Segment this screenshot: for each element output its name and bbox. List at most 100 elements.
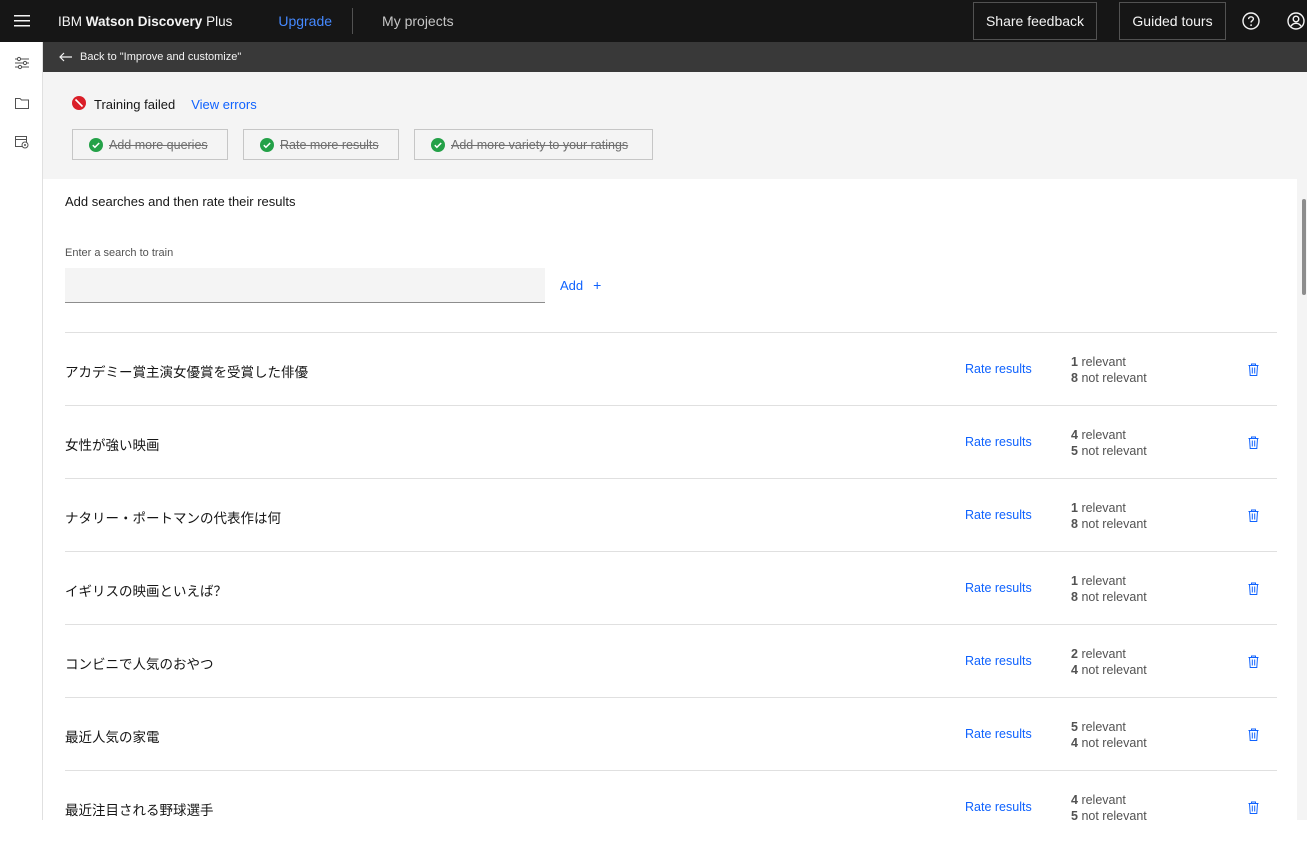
rating-counts: 4 relevant 5 not relevant: [1071, 427, 1147, 459]
rating-counts: 5 relevant 4 not relevant: [1071, 719, 1147, 751]
not-relevant-number: 8: [1071, 590, 1078, 604]
rate-results-link[interactable]: Rate results: [965, 727, 1032, 741]
query-text: 女性が強い映画: [65, 438, 160, 453]
trash-can-icon[interactable]: [1246, 434, 1260, 450]
checkmark-filled-icon: [260, 137, 274, 152]
checkmark-filled-icon: [431, 137, 445, 152]
rate-results-link[interactable]: Rate results: [965, 508, 1032, 522]
rate-results-link[interactable]: Rate results: [965, 362, 1032, 376]
trash-can-icon[interactable]: [1246, 361, 1260, 377]
relevant-number: 1: [1071, 355, 1078, 369]
query-row: アカデミー賞主演女優賞を受賞した俳優 Rate results 1 relevant…: [65, 332, 1277, 405]
plus-icon: +: [593, 277, 602, 293]
settings-adjust-icon[interactable]: [12, 53, 32, 73]
query-row: 最近注目される野球選手 Rate results 4 relevant 5 not r…: [65, 770, 1277, 843]
product-name[interactable]: IBM Watson Discovery Plus: [58, 14, 232, 29]
rate-results-link[interactable]: Rate results: [965, 800, 1032, 814]
relevant-number: 5: [1071, 720, 1078, 734]
trash-can-icon[interactable]: [1246, 580, 1260, 596]
trash-can-icon[interactable]: [1246, 799, 1260, 815]
task-add-more-queries: Add more queries: [72, 129, 228, 160]
brand-watson-discovery: Watson Discovery: [85, 13, 203, 29]
relevant-label: relevant: [1081, 428, 1126, 442]
relevant-number: 1: [1071, 501, 1078, 515]
not-relevant-count: 5 not relevant: [1071, 443, 1147, 459]
view-errors-link[interactable]: View errors: [191, 97, 257, 112]
add-label: Add: [560, 277, 584, 293]
brand-plan: Plus: [202, 13, 233, 29]
rating-counts: 1 relevant 8 not relevant: [1071, 573, 1147, 605]
scrollbar-thumb[interactable]: [1302, 199, 1306, 295]
not-relevant-count: 8 not relevant: [1071, 589, 1147, 605]
rating-counts: 2 relevant 4 not relevant: [1071, 646, 1147, 678]
not-relevant-number: 4: [1071, 736, 1078, 750]
rate-results-link[interactable]: Rate results: [965, 435, 1032, 449]
trash-can-icon[interactable]: [1246, 726, 1260, 742]
not-relevant-label: not relevant: [1081, 517, 1147, 531]
main-content: Add searches and then rate their results…: [43, 179, 1297, 823]
task-label: Rate more results: [280, 137, 379, 152]
top-header: IBM Watson Discovery Plus Upgrade My pro…: [0, 0, 1307, 42]
query-text: 最近注目される野球選手: [65, 803, 214, 818]
folder-icon[interactable]: [12, 93, 32, 113]
rate-results-link[interactable]: Rate results: [965, 654, 1032, 668]
error-icon: [72, 96, 86, 113]
my-projects-link[interactable]: My projects: [382, 13, 454, 29]
not-relevant-label: not relevant: [1081, 736, 1147, 750]
not-relevant-count: 4 not relevant: [1071, 662, 1147, 678]
relevant-count: 1 relevant: [1071, 354, 1147, 370]
not-relevant-count: 8 not relevant: [1071, 370, 1147, 386]
back-link[interactable]: Back to "Improve and customize": [43, 42, 1307, 72]
query-text: コンビニで人気のおやつ: [65, 657, 214, 672]
not-relevant-label: not relevant: [1081, 371, 1147, 385]
not-relevant-label: not relevant: [1081, 590, 1147, 604]
trash-can-icon[interactable]: [1246, 507, 1260, 523]
query-row: コンビニで人気のおやつ Rate results 2 relevant 4 not r…: [65, 624, 1277, 697]
training-status-label: Training failed: [94, 97, 176, 112]
task-add-variety: Add more variety to your ratings: [414, 129, 653, 160]
query-text: ナタリー・ポートマンの代表作は何: [65, 511, 281, 526]
menu-icon[interactable]: [0, 0, 44, 42]
relevant-count: 4 relevant: [1071, 427, 1147, 443]
query-text: 最近人気の家電: [65, 730, 160, 745]
relevant-number: 4: [1071, 428, 1078, 442]
share-feedback-button[interactable]: Share feedback: [973, 2, 1097, 40]
search-input[interactable]: [65, 268, 545, 303]
not-relevant-count: 4 not relevant: [1071, 735, 1147, 751]
not-relevant-count: 5 not relevant: [1071, 808, 1147, 824]
trash-can-icon[interactable]: [1246, 653, 1260, 669]
relevant-count: 1 relevant: [1071, 573, 1147, 589]
guided-tours-button[interactable]: Guided tours: [1119, 2, 1226, 40]
help-icon[interactable]: [1229, 0, 1273, 42]
relevant-label: relevant: [1081, 574, 1126, 588]
upgrade-link[interactable]: Upgrade: [278, 13, 332, 29]
back-link-label: Back to "Improve and customize": [80, 51, 242, 63]
query-list: アカデミー賞主演女優賞を受賞した俳優 Rate results 1 relevant…: [65, 332, 1277, 843]
relevant-number: 2: [1071, 647, 1078, 661]
task-label: Add more variety to your ratings: [451, 137, 629, 152]
not-relevant-number: 5: [1071, 444, 1078, 458]
not-relevant-count: 8 not relevant: [1071, 516, 1147, 532]
not-relevant-label: not relevant: [1081, 663, 1147, 677]
rating-counts: 1 relevant 8 not relevant: [1071, 354, 1147, 386]
relevant-count: 4 relevant: [1071, 792, 1147, 808]
training-status: Training failed View errors: [72, 96, 257, 113]
user-avatar-icon[interactable]: [1274, 0, 1307, 42]
rate-results-link[interactable]: Rate results: [965, 581, 1032, 595]
query-row: 女性が強い映画 Rate results 4 relevant 5 not relev…: [65, 405, 1277, 478]
checkmark-filled-icon: [89, 137, 103, 152]
query-text: アカデミー賞主演女優賞を受賞した俳優: [65, 365, 308, 380]
relevant-label: relevant: [1081, 720, 1126, 734]
query-row: イギリスの映画といえば？ Rate results 1 relevant 8 not …: [65, 551, 1277, 624]
add-query-button[interactable]: Add +: [560, 277, 601, 293]
relevant-number: 4: [1071, 793, 1078, 807]
rating-counts: 1 relevant 8 not relevant: [1071, 500, 1147, 532]
query-row: ナタリー・ポートマンの代表作は何 Rate results 1 relevant 8 …: [65, 478, 1277, 551]
arrow-left-icon: [59, 52, 72, 62]
not-relevant-number: 4: [1071, 663, 1078, 677]
data-settings-icon[interactable]: [12, 132, 32, 152]
relevant-label: relevant: [1081, 793, 1126, 807]
section-title: Add searches and then rate their results: [65, 194, 296, 209]
left-nav-rail: [0, 42, 43, 820]
header-divider: [352, 8, 354, 34]
